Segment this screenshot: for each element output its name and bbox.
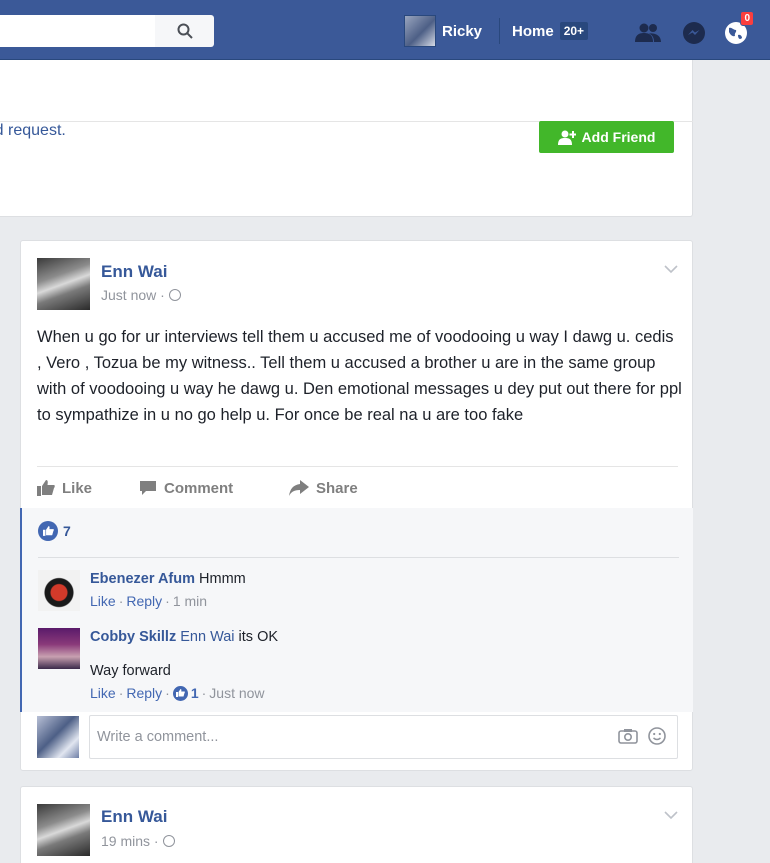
current-user-avatar: [37, 716, 79, 758]
post-body: When u go for ur interviews tell them u …: [37, 328, 682, 424]
comment-meta: Like · Reply · 1 min: [90, 593, 208, 609]
reaction-summary[interactable]: 7: [38, 521, 71, 541]
emoji-icon[interactable]: [648, 727, 666, 745]
reaction-count: 7: [63, 523, 71, 539]
add-friend-icon: [557, 130, 576, 145]
comment-body: its OK: [238, 629, 279, 645]
post-options-button[interactable]: [664, 807, 678, 825]
post-time-text[interactable]: Just now ·: [101, 287, 165, 303]
post-timestamp: 19 mins ·: [101, 833, 175, 849]
comment-label: Comment: [164, 479, 234, 497]
comments-section: 7 Ebenezer Afum Hmmm Like · Reply · 1 min: [20, 508, 693, 712]
comment-like-icon: [172, 685, 188, 701]
chevron-down-icon: [664, 265, 678, 274]
comment-like-link[interactable]: Like: [90, 593, 116, 609]
messages-button[interactable]: [680, 20, 708, 46]
comment-meta: Like · Reply · 1 · Just now: [90, 685, 265, 701]
commenter-avatar[interactable]: [38, 570, 80, 611]
post-author[interactable]: Enn Wai: [101, 262, 167, 282]
avatar: [404, 15, 436, 47]
comment-button[interactable]: Comment: [139, 480, 259, 497]
comment-item: Ebenezer Afum Hmmm Like · Reply · 1 min: [38, 570, 246, 611]
comment-mention[interactable]: Enn Wai: [180, 629, 234, 645]
comment-input[interactable]: [89, 715, 678, 759]
search-input[interactable]: [0, 15, 155, 47]
comment-input-icons: [618, 727, 666, 745]
comment-icon: [140, 481, 156, 495]
comment-text: Cobby Skillz Enn Wai its OK: [90, 628, 278, 646]
comment-reply-link[interactable]: Reply: [126, 685, 162, 701]
comment-text: Ebenezer Afum Hmmm: [90, 570, 246, 588]
friend-request-text: riend request.: [0, 122, 66, 139]
commenter-name[interactable]: Cobby Skillz: [90, 629, 176, 645]
post-time-text[interactable]: 19 mins ·: [101, 833, 159, 849]
share-label: Share: [316, 479, 358, 497]
comment-body: Hmmm: [199, 571, 246, 587]
nav-divider: [499, 18, 500, 44]
notification-count-badge: 0: [740, 11, 754, 26]
write-comment-row: [37, 715, 678, 759]
home-label: Home: [512, 22, 554, 40]
post-timestamp: Just now ·: [101, 287, 181, 303]
messenger-icon: [683, 22, 705, 44]
like-button[interactable]: Like: [37, 480, 109, 497]
share-button[interactable]: Share: [289, 480, 358, 497]
home-link[interactable]: Home 20+: [512, 18, 589, 44]
comment-reply-link[interactable]: Reply: [126, 593, 162, 609]
post-card: Enn Wai 19 mins ·: [20, 786, 693, 863]
search-button[interactable]: [155, 15, 214, 47]
post-author[interactable]: Enn Wai: [101, 807, 167, 827]
comments-divider: [38, 557, 679, 558]
profile-name: Ricky: [442, 22, 483, 40]
notifications-button[interactable]: 0: [722, 11, 754, 46]
search-icon: [177, 23, 193, 39]
profile-link[interactable]: Ricky: [404, 15, 483, 47]
post-options-button[interactable]: [664, 261, 678, 279]
share-icon: [289, 480, 309, 496]
post-actions: Like Comment Share: [37, 473, 358, 503]
commenter-avatar[interactable]: [38, 628, 80, 669]
author-avatar[interactable]: [37, 804, 90, 856]
comment-time[interactable]: Just now: [209, 685, 264, 701]
comment-like-count[interactable]: 1: [191, 685, 199, 701]
actions-divider: [37, 466, 678, 467]
friend-requests-button[interactable]: [634, 20, 662, 46]
chevron-down-icon: [664, 811, 678, 820]
like-reaction-icon: [38, 521, 58, 541]
public-globe-icon: [168, 289, 181, 301]
commenter-name[interactable]: Ebenezer Afum: [90, 571, 195, 587]
profile-header-card: riend request. ds Add Friend: [0, 60, 693, 217]
comment-item: Cobby Skillz Enn Wai its OK Way forward …: [38, 628, 278, 701]
add-friend-label: Add Friend: [581, 129, 656, 145]
public-globe-icon: [162, 835, 175, 847]
comment-body-line2: Way forward: [90, 663, 171, 679]
top-navigation-bar: Ricky Home 20+ 0: [0, 0, 770, 60]
friends-icon: [635, 23, 661, 42]
home-count-badge: 20+: [559, 22, 589, 40]
comment-like-link[interactable]: Like: [90, 685, 116, 701]
like-label: Like: [62, 479, 93, 497]
add-friend-button[interactable]: Add Friend: [539, 121, 674, 153]
post-card: Enn Wai Just now · When u go for ur inte…: [20, 240, 693, 771]
camera-icon[interactable]: [618, 728, 638, 744]
author-avatar[interactable]: [37, 258, 90, 310]
comment-time[interactable]: 1 min: [173, 593, 207, 609]
thumbs-up-icon: [37, 480, 55, 496]
